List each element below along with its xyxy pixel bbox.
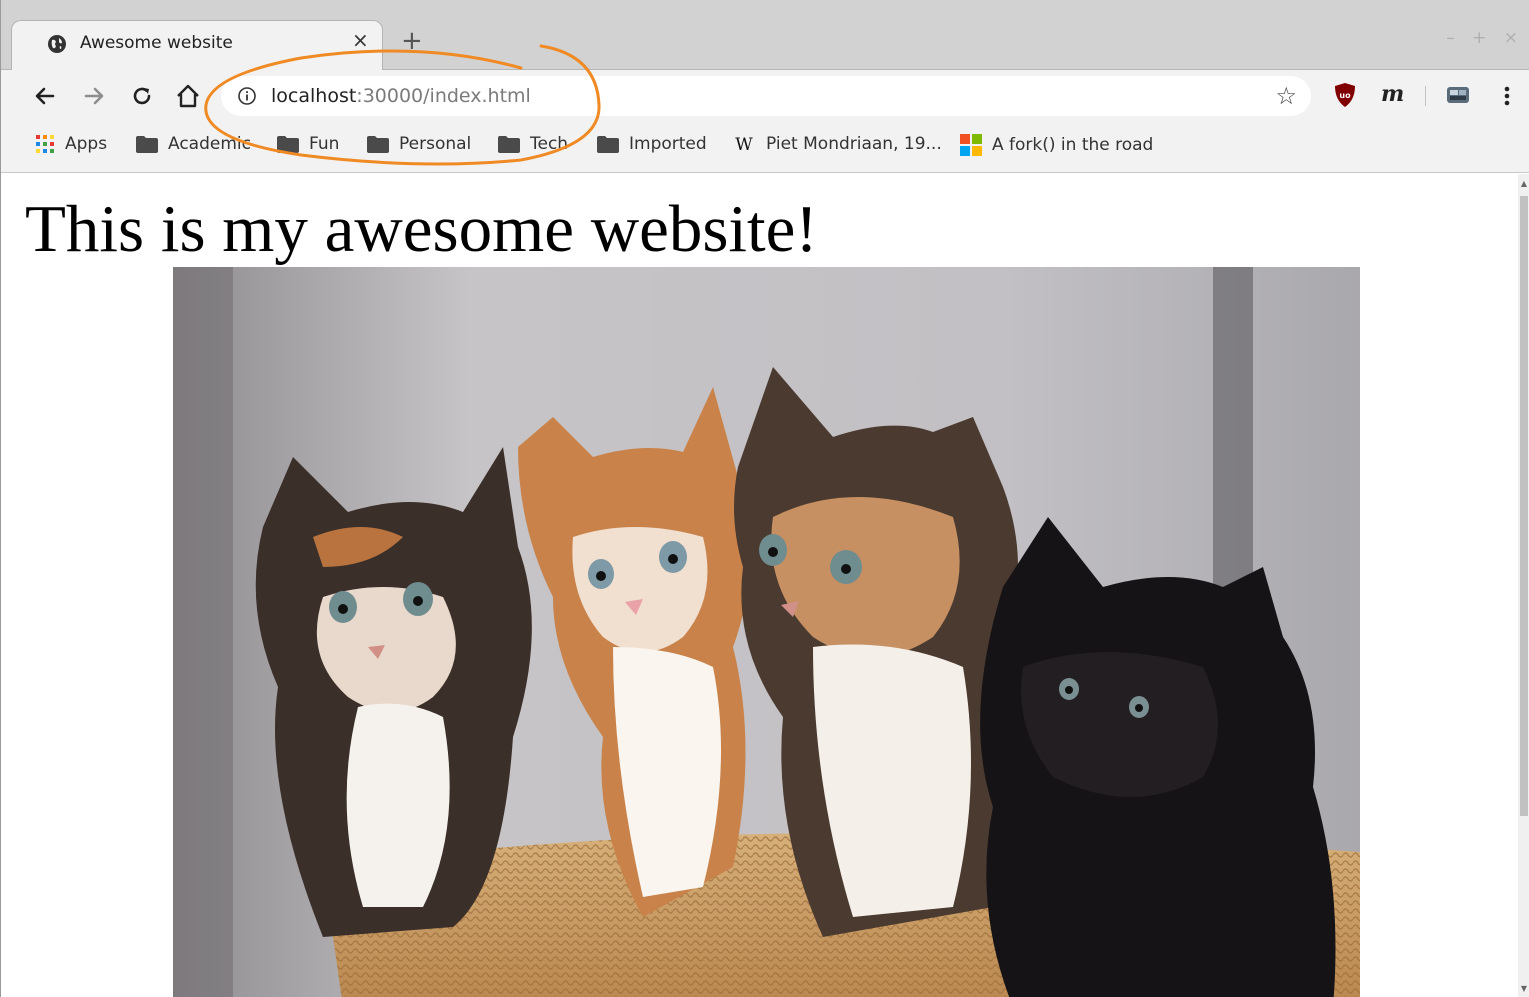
new-tab-button[interactable]: + [401, 28, 423, 54]
folder-icon [498, 135, 520, 153]
tab-awesome-website[interactable]: Awesome website × [11, 20, 383, 71]
bookmark-fork-in-the-road[interactable]: A fork() in the road [960, 134, 1153, 156]
bookmark-folder-academic[interactable]: Academic [136, 134, 251, 154]
bookmark-label: Apps [65, 134, 108, 154]
folder-icon [597, 135, 619, 153]
scroll-thumb[interactable] [1520, 196, 1528, 816]
folder-icon [277, 135, 299, 153]
bookmark-label: Imported [629, 134, 707, 154]
info-icon[interactable] [237, 86, 257, 106]
url-path: :30000/index.html [356, 85, 531, 107]
tab-title: Awesome website [80, 33, 233, 53]
bookmark-folder-personal[interactable]: Personal [367, 134, 471, 154]
globe-icon [48, 35, 66, 53]
extension-icon[interactable] [1444, 84, 1474, 108]
apps-grid-icon [36, 135, 54, 153]
browser-toolbar: localhost:30000/index.html ☆ uo m [1, 70, 1529, 122]
kittens-image [173, 267, 1360, 997]
svg-text:uo: uo [1339, 91, 1351, 100]
forward-arrow-icon [84, 87, 104, 105]
page-heading: This is my awesome website! [25, 192, 818, 266]
kittens-photo [173, 267, 1360, 997]
tab-close-icon[interactable]: × [352, 30, 369, 50]
bookmark-piet-mondriaan[interactable]: W Piet Mondriaan, 19... [732, 134, 942, 154]
mercury-reader-icon[interactable]: m [1379, 84, 1405, 106]
bookmark-label: Piet Mondriaan, 19... [766, 134, 942, 154]
microsoft-icon [960, 134, 982, 156]
bookmark-label: Personal [399, 134, 472, 154]
bookmark-apps[interactable]: Apps [35, 134, 107, 154]
vertical-scrollbar[interactable]: ▲ ▼ [1518, 174, 1529, 997]
page-viewport: This is my awesome website! [2, 174, 1518, 997]
url-text[interactable]: localhost:30000/index.html [271, 85, 531, 107]
bookmark-label: Academic [168, 134, 251, 154]
forward-button[interactable] [80, 82, 108, 110]
folder-icon [136, 135, 158, 153]
menu-kebab-icon[interactable] [1499, 84, 1515, 110]
address-bar[interactable]: localhost:30000/index.html ☆ [221, 76, 1311, 116]
bookmarks-bar: Apps Academic Fun Personal Tech Imported… [1, 122, 1529, 173]
reload-button[interactable] [128, 82, 156, 110]
folder-icon [367, 135, 389, 153]
bookmark-folder-tech[interactable]: Tech [498, 134, 568, 154]
home-icon [177, 84, 199, 108]
bookmark-label: Tech [530, 134, 569, 154]
svg-text:W: W [735, 135, 753, 154]
window-controls[interactable]: – + × [1446, 28, 1524, 48]
home-button[interactable] [174, 82, 202, 110]
url-host: localhost [271, 85, 357, 107]
bookmark-label: A fork() in the road [992, 135, 1154, 155]
ublock-origin-icon[interactable]: uo [1334, 82, 1356, 108]
back-arrow-icon [35, 87, 55, 105]
wikipedia-icon: W [735, 135, 753, 154]
tab-strip: Awesome website × + – + × [1, 0, 1529, 71]
toolbar-divider [1425, 86, 1426, 106]
scroll-up-arrow-icon[interactable]: ▲ [1520, 179, 1528, 189]
bookmark-folder-fun[interactable]: Fun [277, 134, 339, 154]
svg-text:m: m [1381, 84, 1404, 106]
scroll-down-arrow-icon[interactable]: ▼ [1520, 984, 1528, 994]
bookmark-folder-imported[interactable]: Imported [597, 134, 707, 154]
bookmark-star-icon[interactable]: ☆ [1275, 82, 1297, 110]
reload-icon [133, 87, 151, 105]
back-button[interactable] [31, 82, 59, 110]
bookmark-label: Fun [309, 134, 340, 154]
browser-window: Awesome website × + – + × localhost:3000… [0, 0, 1529, 997]
